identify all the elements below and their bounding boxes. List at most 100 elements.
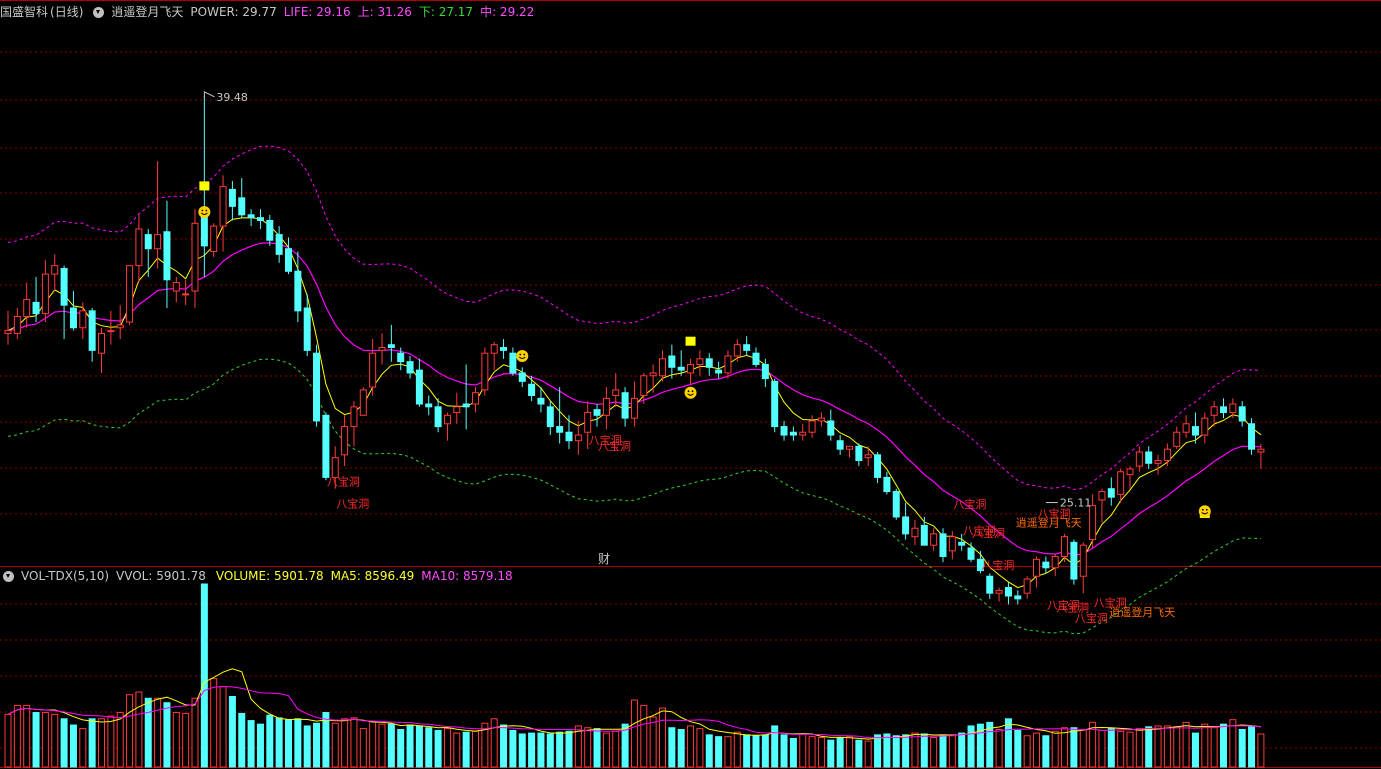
candle-body <box>1098 491 1106 501</box>
candle-body <box>341 426 349 456</box>
high-price-label: 39.48 <box>216 91 248 104</box>
candle-body <box>528 383 536 397</box>
candle-body <box>1042 561 1050 569</box>
cai-marker: 财 <box>598 552 610 566</box>
vol-indicator-name[interactable]: VOL-TDX(5,10) <box>21 567 109 585</box>
candle-body <box>565 431 573 442</box>
volume-bar <box>1182 721 1190 768</box>
candle-body <box>509 352 517 374</box>
volume-bar <box>126 694 134 768</box>
volume-bar <box>359 728 367 768</box>
volume-bar <box>369 720 377 768</box>
signal-label-b: 逍遥登月飞天 <box>1016 516 1082 530</box>
volume-bar <box>462 731 470 768</box>
candle-body <box>200 214 208 247</box>
volume-bar <box>602 732 610 768</box>
volume-bar <box>51 713 59 768</box>
volume-bar <box>135 691 143 768</box>
volume-bar <box>995 729 1003 768</box>
candle-body <box>32 301 40 315</box>
candle-body <box>397 352 405 363</box>
volume-bar <box>883 733 891 768</box>
candle-body <box>210 225 218 253</box>
volume-bar <box>733 731 741 768</box>
volume-bar <box>1061 727 1069 768</box>
volume-bar <box>13 704 21 768</box>
volume-bar <box>696 728 704 768</box>
volume-bar <box>808 736 816 768</box>
volume-bar <box>771 725 779 768</box>
candle-body <box>1107 488 1115 498</box>
life-value: LIFE: 29.16 <box>283 5 351 19</box>
yellow-signal-box <box>685 336 696 346</box>
candle-body <box>1238 406 1246 422</box>
candle-body <box>182 293 190 296</box>
volume-bar <box>79 728 87 768</box>
candle-body <box>696 358 704 365</box>
volume-bar <box>743 734 751 768</box>
candle-body <box>677 366 685 371</box>
candle-body <box>584 411 592 433</box>
candle-body <box>434 406 442 428</box>
dropdown-circle-icon[interactable] <box>93 6 105 18</box>
volume-bar <box>864 740 872 768</box>
candle-body <box>1182 423 1190 433</box>
volume-bar <box>1163 725 1171 768</box>
volume-bar <box>1210 727 1218 768</box>
volume-bar <box>799 733 807 768</box>
indicator-name[interactable]: 逍遥登月飞天 <box>111 3 183 21</box>
volume-bar <box>1107 728 1115 768</box>
candle-body <box>378 347 386 351</box>
candle-body <box>958 541 966 546</box>
candle-body <box>453 406 461 413</box>
volume-bar <box>1051 730 1059 768</box>
candle-body <box>668 355 676 368</box>
volume-bar <box>69 724 77 768</box>
candle-body <box>789 431 797 436</box>
candle-body <box>1173 431 1181 447</box>
volume-bar <box>817 737 825 768</box>
volume-bar <box>275 717 283 768</box>
candle-body <box>313 352 321 422</box>
candle-body <box>1089 505 1097 541</box>
volume-bar <box>911 732 919 768</box>
volume-bar <box>41 712 49 768</box>
volume-bar <box>23 704 31 768</box>
signal-label-a: 八宝洞 <box>1075 611 1108 625</box>
volume-bar <box>668 727 676 768</box>
smiley-eye <box>1201 508 1204 511</box>
volume-bar <box>902 734 910 768</box>
volume-bar <box>565 730 573 768</box>
candle-body <box>4 330 12 334</box>
candle-body <box>640 375 648 397</box>
candle-body <box>780 426 788 436</box>
volume-bar <box>210 678 218 768</box>
candle-body <box>1061 536 1069 557</box>
mid-value: 中: 29.22 <box>480 5 535 19</box>
candle-body <box>1257 448 1265 453</box>
volume-bar <box>1201 723 1209 768</box>
volume-bar <box>948 735 956 768</box>
smiley-icon <box>1198 505 1211 518</box>
candle-body <box>387 344 395 349</box>
candle-body <box>369 352 377 388</box>
candle-body <box>920 524 928 546</box>
candle-body <box>481 352 489 391</box>
volume-bar <box>518 733 526 768</box>
candle-body <box>827 420 835 436</box>
volume-bar <box>107 715 115 768</box>
candle-body <box>659 358 666 377</box>
volume-bar <box>1004 718 1012 768</box>
volume-bar <box>387 723 395 768</box>
volume-bar <box>1126 731 1134 768</box>
candle-body <box>1126 468 1134 476</box>
ma5-value: MA5: 8596.49 <box>330 569 415 583</box>
volume-bar <box>425 727 433 768</box>
volume-bar <box>687 725 695 768</box>
candle-body <box>41 273 49 315</box>
high-marker-arrow <box>203 90 215 98</box>
candle-body <box>23 299 31 317</box>
volume-bar <box>630 699 638 768</box>
candle-body <box>500 347 508 351</box>
dropdown-circle-icon[interactable] <box>3 570 14 582</box>
